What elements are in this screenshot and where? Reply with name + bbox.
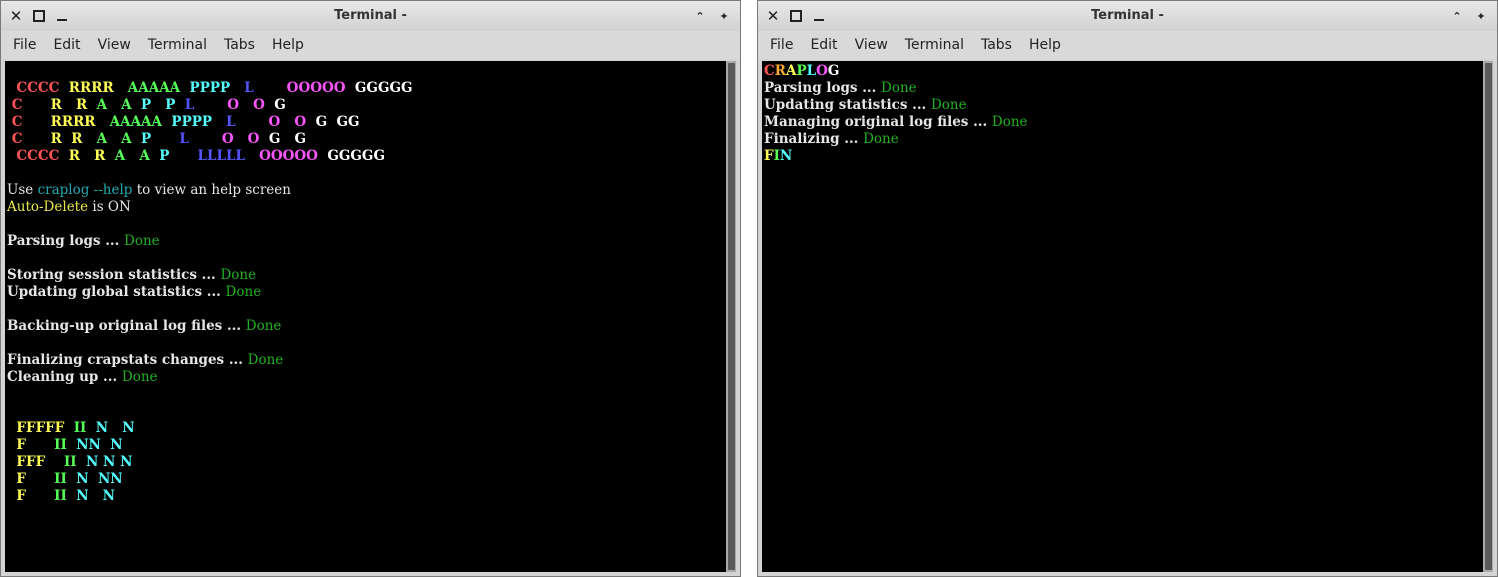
fin-banner-row: F II N NN [7,471,123,487]
banner-row: C RRRR AAAAA PPPP L O O G GG [7,114,360,130]
menu-tabs[interactable]: Tabs [224,37,255,53]
menu-terminal[interactable]: Terminal [148,37,207,53]
step-line: Parsing logs ... Done [7,233,160,249]
banner-row: C R R A A P L O O G G [7,131,307,147]
step-line: Parsing logs ... Done [764,80,917,96]
banner-row: CCCC R R A A P LLLLL OOOOO GGGGG [7,148,385,164]
menu-file[interactable]: File [770,37,793,53]
menu-edit[interactable]: Edit [810,37,837,53]
sticky-icon[interactable]: ✦ [1471,5,1491,27]
terminal-window-left[interactable]: ✕ Terminal - ⌃ ✦ File Edit View Terminal… [0,0,741,577]
help-line: Use craplog --help to view an help scree… [7,182,291,198]
menu-file[interactable]: File [13,37,36,53]
titlebar[interactable]: ✕ Terminal - ⌃ ✦ [758,1,1497,31]
step-line: Finalizing ... Done [764,131,899,147]
menu-edit[interactable]: Edit [53,37,80,53]
fin-banner-row: F II N N [7,488,115,504]
menu-help[interactable]: Help [272,37,304,53]
terminal-window-right[interactable]: ✕ Terminal - ⌃ ✦ File Edit View Terminal… [757,0,1498,577]
logo-line: CRAPLOG [764,63,840,79]
step-line: Updating statistics ... Done [764,97,967,113]
terminal-output[interactable]: CCCC RRRR AAAAA PPPP L OOOOO GGGGG C R R… [5,61,726,572]
scrollbar-thumb[interactable] [1485,63,1492,570]
terminal-output[interactable]: CRAPLOG Parsing logs ... Done Updating sta… [762,61,1483,572]
menu-view[interactable]: View [855,37,888,53]
fin-banner-row: FFF II N N N [7,454,133,470]
step-line: Backing-up original log files ... Done [7,318,282,334]
menu-view[interactable]: View [98,37,131,53]
sticky-icon[interactable]: ✦ [714,5,734,27]
step-line: Finalizing crapstats changes ... Done [7,352,284,368]
menu-terminal[interactable]: Terminal [905,37,964,53]
window-title: Terminal - [334,8,407,23]
menu-help[interactable]: Help [1029,37,1061,53]
fin-banner-row: FFFFF II N N [7,420,135,436]
shade-icon[interactable]: ⌃ [1447,5,1467,27]
scrollbar-thumb[interactable] [728,63,735,570]
step-line: Managing original log files ... Done [764,114,1028,130]
shade-icon[interactable]: ⌃ [690,5,710,27]
window-title: Terminal - [1091,8,1164,23]
step-line: Storing session statistics ... Done [7,267,257,283]
banner-row: CCCC RRRR AAAAA PPPP L OOOOO GGGGG [7,80,413,96]
menubar: File Edit View Terminal Tabs Help [758,31,1497,59]
titlebar[interactable]: ✕ Terminal - ⌃ ✦ [1,1,740,31]
menu-tabs[interactable]: Tabs [981,37,1012,53]
step-line: Cleaning up ... Done [7,369,158,385]
scrollbar[interactable] [726,61,736,572]
step-line: Updating global statistics ... Done [7,284,262,300]
scrollbar[interactable] [1483,61,1493,572]
fin-line: FIN [764,148,793,164]
menubar: File Edit View Terminal Tabs Help [1,31,740,59]
banner-row: C R R A A P P L O O G [7,97,305,113]
autodelete-line: Auto-Delete is ON [7,199,131,215]
fin-banner-row: F II NN N [7,437,123,453]
